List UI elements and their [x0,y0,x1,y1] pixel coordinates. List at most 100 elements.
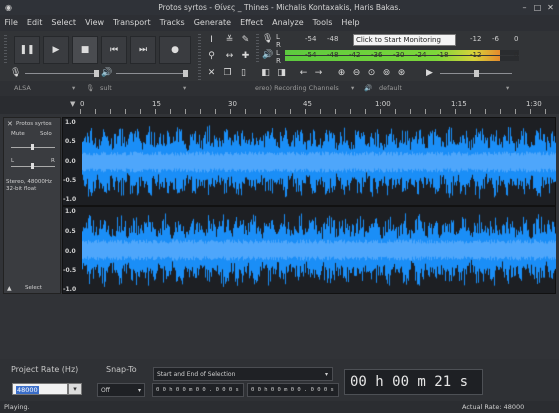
meter-mark: -12 [470,35,482,43]
zoom-toggle-icon[interactable]: ⊛ [396,68,407,79]
stop-button[interactable]: ■ [72,36,98,64]
menu-help[interactable]: Help [337,15,364,31]
slider-knob[interactable] [31,144,34,150]
minimize-icon[interactable]: – [520,3,529,12]
timeline-ruler[interactable]: ▼ 0 15 30 45 1:00 1:15 1:30 [0,96,559,115]
slider-knob[interactable] [94,70,99,77]
project-rate-value: 48000 [16,386,39,394]
audio-position-display[interactable]: 00 h 00 m 21 s [344,369,483,395]
menu-effect[interactable]: Effect [236,15,268,31]
pause-icon: ❚❚ [19,45,35,55]
playback-volume-slider[interactable] [116,73,188,74]
menu-edit[interactable]: Edit [22,15,47,31]
envelope-tool-icon[interactable]: ≚ [224,35,235,46]
status-bar: Playing. Actual Rate: 48000 [0,401,559,413]
close-track-icon[interactable]: ✕ [7,120,13,128]
toolbar-grip[interactable] [256,34,259,62]
play-at-speed-icon[interactable]: ▶ [424,68,435,79]
chevron-down-icon[interactable]: ▾ [183,81,186,96]
toolbar-grip[interactable] [4,35,7,65]
meter-mark: -36 [371,51,383,59]
ruler-tick: 15 [152,100,161,108]
zoom-in-icon[interactable]: ⊕ [336,68,347,79]
recording-volume-slider[interactable] [25,73,97,74]
collapse-icon[interactable]: ▲ [7,285,12,292]
monitor-tooltip: Click to Start Monitoring [353,34,456,46]
cut-icon[interactable]: ✕ [206,68,217,79]
menu-generate[interactable]: Generate [189,15,235,31]
menu-file[interactable]: File [0,15,22,31]
meter-mark: -6 [492,35,499,43]
menu-analyze[interactable]: Analyze [268,15,309,31]
ruler-tick: 1:00 [375,100,391,108]
playback-device-select[interactable]: default [379,81,402,96]
paste-icon[interactable]: ▯ [238,68,249,79]
menu-view[interactable]: View [81,15,109,31]
mute-button[interactable]: Mute [11,131,25,137]
redo-icon[interactable]: → [313,68,324,79]
pause-button[interactable]: ❚❚ [14,36,40,64]
multi-tool-icon[interactable]: ✚ [240,51,251,62]
snap-to-select[interactable]: Off ▾ [97,383,145,397]
recording-channels-select[interactable]: ereo) Recording Channels [255,81,339,96]
slider-knob[interactable] [31,163,34,169]
waveform-display[interactable]: 1.0 0.5 0.0 -0.5 -1.0 1.0 0.5 0.0 -0.5 -… [62,117,556,294]
play-button[interactable]: ▶ [43,36,69,64]
scale-label: -1.0 [63,196,77,203]
record-meter-icon[interactable]: 🎙 [262,34,273,45]
solo-button[interactable]: Solo [40,131,52,137]
menu-transport[interactable]: Transport [109,15,156,31]
scale-label: 0.0 [65,158,76,165]
slider-knob[interactable] [474,70,479,77]
silence-icon[interactable]: ◨ [276,68,287,79]
meter-mark: -42 [349,51,361,59]
meter-left-label: L [276,33,280,41]
selection-end-field[interactable]: 0 0 h 0 0 m 0 0 . 0 0 0 s [247,383,339,397]
selection-format-select[interactable]: Start and End of Selection ▾ [153,367,333,381]
play-meter-icon[interactable]: 🔊 [262,50,273,61]
menu-tools[interactable]: Tools [308,15,337,31]
snap-to-label: Snap-To [106,365,137,374]
meter-mark: -48 [327,51,339,59]
zoom-out-icon[interactable]: ⊖ [351,68,362,79]
copy-icon[interactable]: ❐ [222,68,233,79]
skip-start-icon: ⏮ [109,45,119,55]
maximize-icon[interactable]: □ [533,3,542,12]
chevron-down-icon[interactable]: ▾ [72,81,75,96]
selection-tool-icon[interactable]: I [206,35,217,46]
audio-host-select[interactable]: ALSA [14,81,31,96]
track-name[interactable]: Protos syrtos [16,121,52,127]
toolbar-grip[interactable] [198,34,201,88]
timeshift-tool-icon[interactable]: ↔ [224,51,235,62]
selection-start-field[interactable]: 0 0 h 0 0 m 0 0 . 0 0 0 s [152,383,244,397]
menu-select[interactable]: Select [47,15,81,31]
fit-selection-icon[interactable]: ⊙ [366,68,377,79]
skip-end-button[interactable]: ⏭ [130,36,156,64]
scale-label: 1.0 [65,119,76,126]
select-track-button[interactable]: Select [25,285,42,291]
chevron-down-icon[interactable]: ▾ [68,383,82,395]
menu-tracks[interactable]: Tracks [155,15,189,31]
undo-icon[interactable]: ← [298,68,309,79]
skip-start-button[interactable]: ⏮ [101,36,127,64]
track-format: Stereo, 48000Hz [6,179,52,185]
stop-icon: ■ [80,45,90,55]
zoom-tool-icon[interactable]: ⚲ [206,51,217,62]
chevron-down-icon[interactable]: ▾ [506,81,509,96]
track-control-panel[interactable]: ✕ Protos syrtos Mute Solo L R Stereo, 48… [3,117,61,294]
ruler-tick: 0 [80,100,85,108]
chevron-down-icon[interactable]: ▾ [351,81,354,96]
draw-tool-icon[interactable]: ✎ [240,35,251,46]
project-rate-label: Project Rate (Hz) [11,365,79,374]
record-button[interactable]: ● [159,36,191,64]
scale-label: -1.0 [63,286,77,293]
close-icon[interactable]: ✕ [546,3,555,12]
device-toolbar: ALSA ▾ 🎙 sult ▾ ereo) Recording Channels… [0,81,559,96]
trim-icon[interactable]: ◧ [260,68,271,79]
recording-device-select[interactable]: sult [100,81,112,96]
project-rate-input[interactable]: 48000 [12,383,68,395]
mic-volume-icon: 🎙 [10,68,22,78]
meter-mark: -30 [393,51,405,59]
slider-knob[interactable] [183,70,188,77]
fit-project-icon[interactable]: ⊚ [381,68,392,79]
